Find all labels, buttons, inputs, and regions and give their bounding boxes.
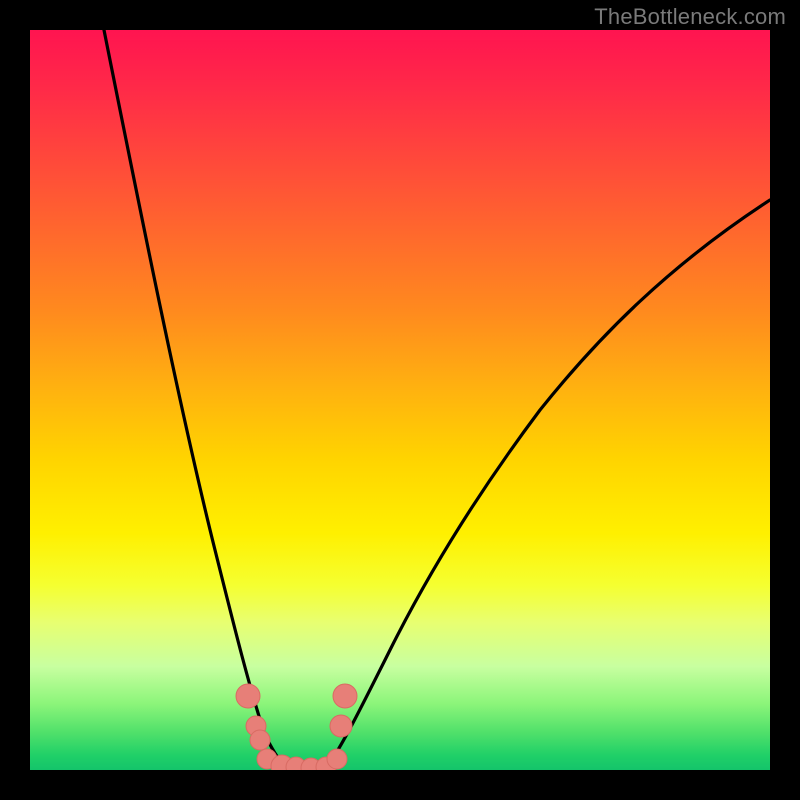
plot-area — [30, 30, 770, 770]
bottleneck-curve — [30, 30, 770, 770]
curve-left-branch — [104, 30, 288, 768]
curve-right-branch — [326, 200, 770, 768]
marker-cluster — [236, 684, 357, 770]
outer-frame: TheBottleneck.com — [0, 0, 800, 800]
watermark-text: TheBottleneck.com — [594, 4, 786, 30]
